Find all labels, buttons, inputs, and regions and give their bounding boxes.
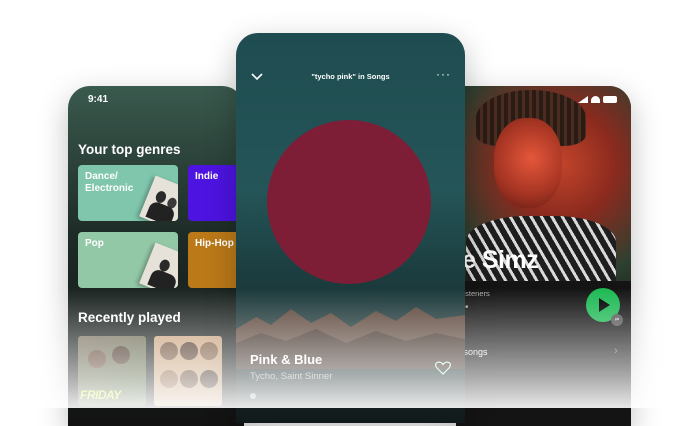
signal-icon — [578, 96, 588, 103]
song-artist: Tycho, Saint Sinner — [250, 371, 333, 382]
center-phone-player: "tycho pink" in Songs ··· Pink & Blue Ty… — [236, 33, 465, 423]
play-icon — [599, 298, 610, 312]
album-art-figure — [200, 370, 218, 388]
recent-album-grid[interactable] — [154, 336, 222, 406]
album-art-figure — [200, 342, 218, 360]
artist-name: e Simz — [462, 246, 539, 274]
album-art-figure — [112, 346, 130, 364]
genre-tile-dance-electronic[interactable]: Dance/ Electronic — [78, 165, 178, 221]
album-art-figure — [160, 370, 178, 388]
status-time: 9:41 — [88, 94, 109, 105]
top-genres-heading: Your top genres — [78, 142, 181, 157]
chevron-right-icon: › — [614, 345, 618, 357]
recent-album-friday[interactable]: FRIDAY — [78, 336, 146, 406]
album-art-figure — [180, 370, 198, 388]
album-art-figure — [88, 350, 106, 368]
heart-outline-icon[interactable] — [435, 361, 451, 375]
album-art-circle — [267, 120, 431, 284]
right-phone-screen: e Simz y listeners ••• ⇄ d songs › — [456, 86, 631, 426]
album-badge-text: FRIDAY — [80, 388, 121, 402]
genre-label: Dance/ Electronic — [85, 171, 134, 194]
status-bar-icons — [578, 96, 617, 103]
more-horizontal-icon[interactable]: ··· — [436, 67, 451, 81]
wifi-icon — [591, 96, 600, 103]
shuffle-icon[interactable]: ⇄ — [611, 314, 623, 326]
album-art-figure — [160, 342, 178, 360]
battery-icon — [603, 96, 617, 103]
song-title: Pink & Blue — [250, 352, 323, 367]
player-header-title: "tycho pink" in Songs — [311, 72, 390, 81]
album-art-figure — [180, 342, 198, 360]
recently-played-heading: Recently played — [78, 310, 181, 325]
genre-label: Pop — [85, 238, 104, 249]
genre-tile-pop[interactable]: Pop — [78, 232, 178, 288]
progress-scrubber[interactable] — [250, 393, 256, 399]
left-phone-screen: 9:41 Your top genres Dance/ Electronic I… — [68, 86, 244, 426]
